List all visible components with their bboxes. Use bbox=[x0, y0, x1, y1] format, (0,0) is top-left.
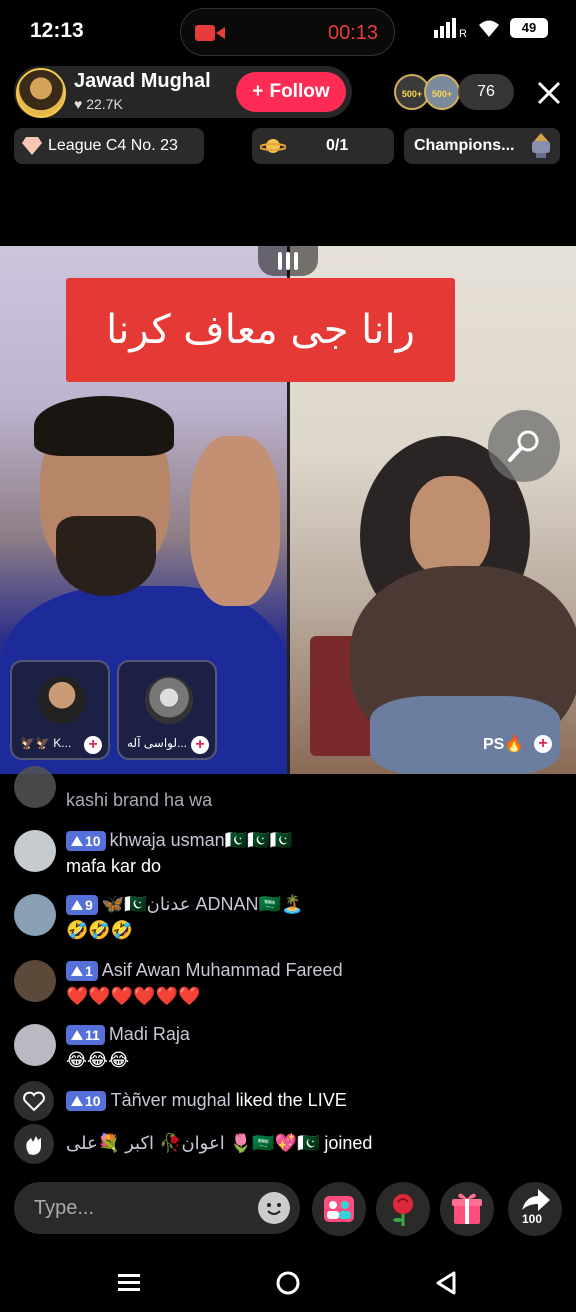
guest-name: لواسی آله... bbox=[127, 736, 188, 750]
menu-icon[interactable] bbox=[114, 1268, 144, 1298]
chat-username-line[interactable]: 10 khwaja usman🇵🇰🇵🇰🇵🇰 bbox=[66, 830, 292, 851]
host-likes: ♥ 22.7K bbox=[74, 96, 123, 112]
guest-avatar bbox=[38, 676, 86, 724]
guest-tile[interactable]: لواسی آله... + bbox=[117, 660, 217, 760]
recording-time: 00:13 bbox=[328, 22, 379, 44]
follow-button[interactable]: + Follow bbox=[236, 72, 346, 112]
chat-username-line[interactable]: 1 Asif Awan Muhammad Fareed bbox=[66, 960, 343, 981]
chat-username-line[interactable]: 11 Madi Raja bbox=[66, 1024, 190, 1045]
system-nav-bar bbox=[0, 1250, 576, 1312]
like-username: Tàñver mughal bbox=[110, 1090, 231, 1110]
guest-add-icon[interactable]: + bbox=[84, 736, 102, 754]
chat-username-line[interactable]: 9 🦋🇵🇰عدنان ADNAN🇸🇦🏝️ bbox=[66, 894, 303, 915]
chat-text: mafa kar do bbox=[66, 856, 162, 876]
chat-avatar[interactable] bbox=[14, 1024, 56, 1066]
guest-avatar bbox=[145, 676, 193, 724]
host-name: Jawad Mughal bbox=[74, 70, 211, 92]
goal-pill[interactable]: 0/1 bbox=[252, 128, 394, 164]
host-avatar[interactable] bbox=[16, 68, 66, 118]
home-icon[interactable] bbox=[273, 1268, 303, 1298]
gift-button[interactable] bbox=[440, 1182, 494, 1236]
like-action: liked the LIVE bbox=[235, 1090, 347, 1110]
comment-placeholder: Type... bbox=[34, 1197, 95, 1219]
level-badge: 11 bbox=[66, 1024, 105, 1045]
chat-text: ❤️❤️❤️❤️❤️❤️ bbox=[66, 986, 201, 1006]
level-badge: 10 bbox=[66, 1090, 106, 1111]
wave-icon bbox=[14, 1124, 54, 1164]
guest-add-icon[interactable]: + bbox=[191, 736, 209, 754]
signal-icon: R bbox=[434, 18, 467, 38]
host-likes-count: 22.7K bbox=[86, 96, 123, 112]
plus-icon: + bbox=[252, 81, 264, 102]
chat-username: Madi Raja bbox=[108, 1024, 190, 1044]
share-count: 100 bbox=[522, 1212, 543, 1226]
level-badge: 9 bbox=[66, 894, 98, 915]
opponent-label: PS🔥 bbox=[483, 736, 525, 753]
chat-avatar[interactable] bbox=[14, 766, 56, 808]
diamond-icon bbox=[22, 137, 42, 155]
league-pill[interactable]: League C4 No. 23 bbox=[14, 128, 204, 164]
back-icon[interactable] bbox=[432, 1268, 462, 1298]
heart-icon: ♥ bbox=[74, 96, 83, 112]
chat-avatar[interactable] bbox=[14, 960, 56, 1002]
viewer-count[interactable]: 76 bbox=[458, 74, 514, 110]
guest-tile[interactable]: 🦅🦅 K... + bbox=[10, 660, 110, 760]
opponent-legs bbox=[370, 696, 560, 774]
chat-username: Asif Awan Muhammad Fareed bbox=[101, 960, 343, 980]
chat-text: 🤣🤣🤣 bbox=[66, 920, 134, 940]
heart-icon bbox=[14, 1081, 54, 1121]
opponent-follow-icon[interactable]: + bbox=[534, 735, 552, 753]
microphone-button[interactable] bbox=[488, 410, 560, 482]
rose-button[interactable] bbox=[376, 1182, 430, 1236]
planet-icon bbox=[260, 139, 286, 153]
comment-input[interactable]: Type... bbox=[14, 1182, 300, 1234]
top-viewers[interactable]: 500+ 500+ bbox=[394, 74, 460, 112]
chat-avatar[interactable] bbox=[14, 894, 56, 936]
guest-name: 🦅🦅 K... bbox=[20, 736, 72, 750]
level-badge: 10 bbox=[66, 830, 106, 851]
caption-banner: رانا جی معاف کرنا bbox=[66, 278, 455, 382]
rose-icon bbox=[393, 1194, 413, 1226]
follow-label: Follow bbox=[269, 81, 330, 102]
status-bar: 12:13 00:13 R 49 bbox=[0, 0, 576, 62]
gift-icon bbox=[452, 1193, 482, 1224]
goal-value: 0/1 bbox=[326, 137, 349, 154]
network-label: R bbox=[459, 28, 467, 38]
close-icon[interactable] bbox=[534, 78, 564, 108]
multi-guest-button[interactable] bbox=[312, 1182, 366, 1236]
champions-label: Champions... bbox=[414, 137, 515, 154]
chat-username[interactable]: kashi brand ha wa bbox=[66, 790, 212, 811]
share-button[interactable]: 100 bbox=[508, 1182, 562, 1236]
host-hair bbox=[34, 396, 174, 456]
champions-pill[interactable]: Champions... bbox=[404, 128, 560, 164]
league-label: League C4 No. 23 bbox=[48, 137, 178, 154]
join-username: اعوان🥀 اکبر 💐علی 🌷🇸🇦💖🇵🇰 bbox=[66, 1133, 320, 1153]
status-time: 12:13 bbox=[30, 19, 84, 42]
host-beard bbox=[56, 516, 156, 596]
screen-recording-pill[interactable]: 00:13 bbox=[180, 8, 395, 56]
system-icons: R 49 bbox=[434, 18, 548, 38]
microphone-icon bbox=[508, 430, 539, 462]
chat-avatar[interactable] bbox=[14, 830, 56, 872]
level-badge: 1 bbox=[66, 960, 98, 981]
wifi-icon bbox=[479, 20, 499, 37]
trophy-icon bbox=[532, 133, 550, 158]
camera-icon bbox=[195, 25, 225, 41]
live-video-area[interactable]: رانا جی معاف کرنا 🦅🦅 K... + لواسی آله...… bbox=[0, 246, 576, 774]
join-action: joined bbox=[324, 1133, 373, 1153]
pause-icon[interactable] bbox=[258, 246, 318, 276]
battery-icon: 49 bbox=[510, 18, 548, 38]
emoji-icon[interactable] bbox=[258, 1192, 290, 1224]
join-event-line[interactable]: اعوان🥀 اکبر 💐علی 🌷🇸🇦💖🇵🇰 joined bbox=[66, 1133, 372, 1154]
chat-text: 😂😂😂 bbox=[66, 1050, 130, 1070]
top-viewer-avatar[interactable]: 500+ bbox=[424, 74, 460, 110]
opponent-face bbox=[410, 476, 490, 576]
host-hand bbox=[190, 436, 280, 606]
chat-username: khwaja usman🇵🇰🇵🇰🇵🇰 bbox=[109, 830, 292, 850]
chat-username: 🦋🇵🇰عدنان ADNAN🇸🇦🏝️ bbox=[101, 894, 304, 914]
multi-guest-icon bbox=[324, 1196, 354, 1222]
like-event-line[interactable]: 10 Tàñver mughal liked the LIVE bbox=[66, 1090, 347, 1111]
